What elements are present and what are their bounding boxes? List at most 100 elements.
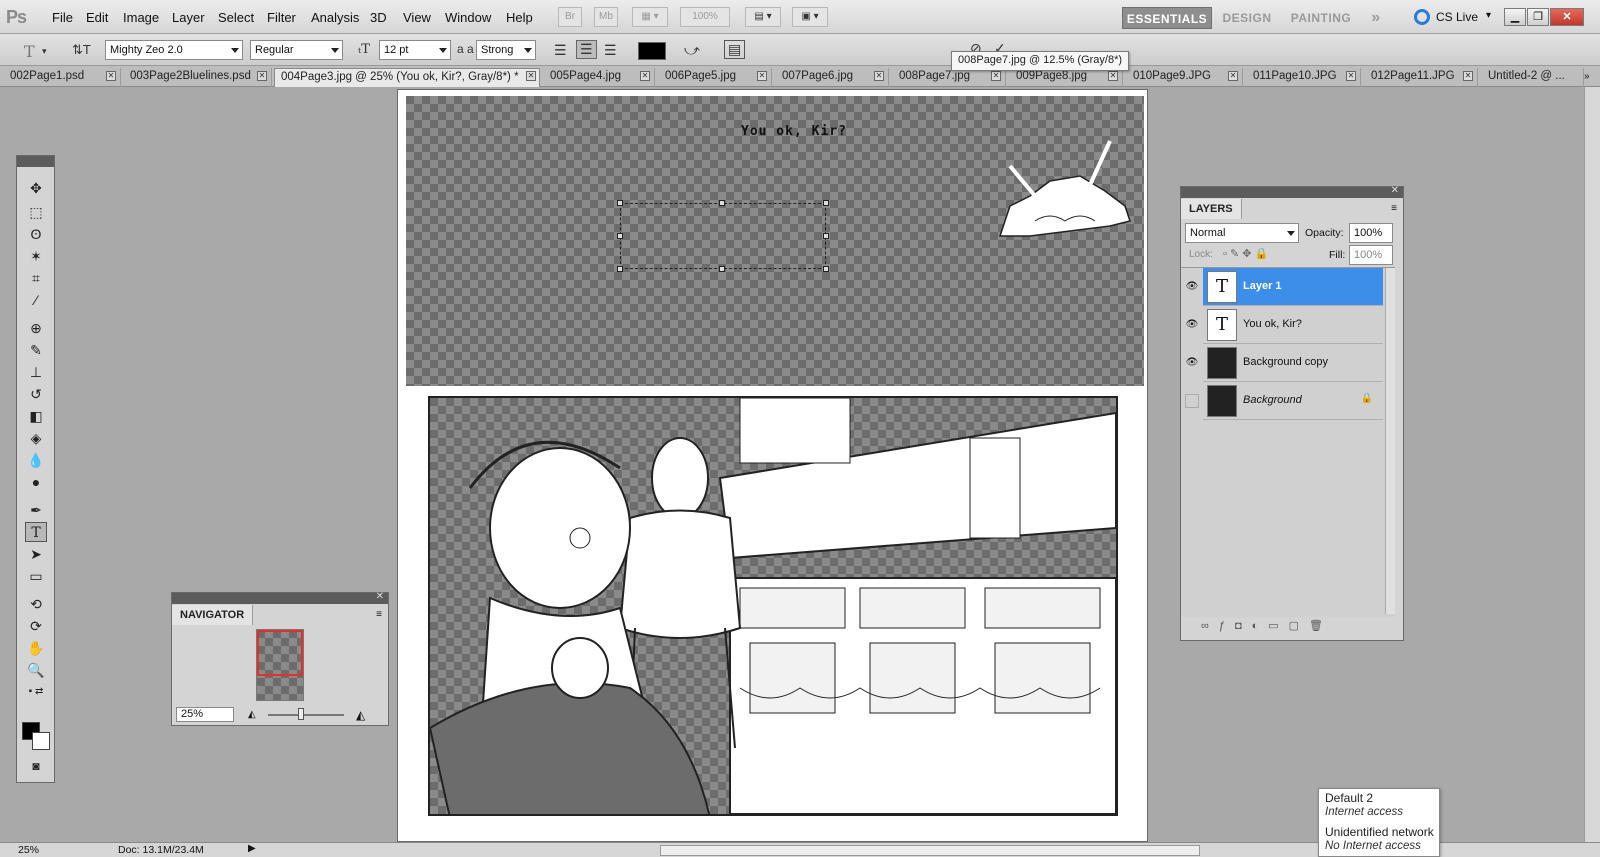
navigator-tab[interactable]: NAVIGATOR: [172, 605, 254, 625]
tab-011page10[interactable]: 011Page10.JPG: [1247, 68, 1361, 87]
menu-analysis[interactable]: Analysis: [311, 10, 359, 25]
tools-panel-header[interactable]: [17, 156, 54, 167]
panel-menu-icon[interactable]: ≡: [1391, 203, 1397, 214]
visibility-eye-icon[interactable]: 👁: [1185, 356, 1199, 370]
menu-3d[interactable]: 3D: [370, 10, 387, 25]
pen-tool-icon[interactable]: ✒: [25, 500, 47, 520]
navigator-zoom-field[interactable]: 25%: [176, 707, 234, 722]
quick-mask-icon[interactable]: ◙: [25, 756, 47, 776]
marquee-tool-icon[interactable]: ⬚: [25, 202, 47, 222]
layers-scrollbar[interactable]: [1385, 268, 1395, 614]
more-workspaces-icon[interactable]: »: [1364, 7, 1388, 29]
antialias-select[interactable]: Strong: [476, 40, 536, 60]
font-family-select[interactable]: Mighty Zeo 2.0: [105, 40, 243, 60]
restore-button[interactable]: ❐: [1527, 8, 1549, 26]
close-tab-icon[interactable]: ✕: [1228, 71, 1238, 81]
navigator-zoom-slider[interactable]: [268, 714, 344, 716]
text-color-swatch[interactable]: [638, 42, 666, 60]
tab-untitled-2[interactable]: Untitled-2 @ ...: [1482, 68, 1584, 87]
align-center-icon[interactable]: ☰: [576, 40, 597, 59]
lasso-tool-icon[interactable]: ʘ: [25, 224, 47, 244]
tab-overflow-icon[interactable]: »: [1584, 71, 1590, 82]
layer-row-background-copy[interactable]: Background copy: [1203, 344, 1383, 382]
close-tab-icon[interactable]: ✕: [1108, 71, 1118, 81]
move-tool-icon[interactable]: ✥: [25, 178, 47, 198]
transform-handle[interactable]: [823, 200, 829, 206]
canvas-vertical-scrollbar[interactable]: [1584, 87, 1600, 842]
transform-handle[interactable]: [823, 233, 829, 239]
fill-field[interactable]: 100%: [1349, 245, 1393, 265]
transform-handle[interactable]: [617, 266, 623, 272]
close-tab-icon[interactable]: ✕: [1463, 71, 1473, 81]
cs-live-chevron-icon[interactable]: ▾: [1486, 10, 1491, 21]
view-extras-button[interactable]: ▦ ▾: [632, 7, 668, 27]
healing-brush-tool-icon[interactable]: ⊕: [25, 318, 47, 338]
cs-live-menu[interactable]: CS Live: [1436, 10, 1478, 24]
menu-image[interactable]: Image: [123, 10, 159, 25]
tab-012page11[interactable]: 012Page11.JPG: [1365, 68, 1478, 87]
status-menu-arrow-icon[interactable]: ▶: [248, 843, 256, 854]
menu-select[interactable]: Select: [218, 10, 254, 25]
minimize-button[interactable]: ▁: [1504, 8, 1526, 26]
layer-row-layer-1[interactable]: T Layer 1: [1203, 268, 1383, 306]
zoom-out-icon[interactable]: ◭: [248, 709, 256, 720]
lock-icons[interactable]: ▫ ✎ ✥ 🔒: [1223, 247, 1268, 260]
tab-007page6[interactable]: 007Page6.jpg: [776, 68, 889, 87]
menu-filter[interactable]: Filter: [267, 10, 296, 25]
transform-handle[interactable]: [823, 266, 829, 272]
dodge-tool-icon[interactable]: ●: [25, 472, 47, 492]
3d-orbit-tool-icon[interactable]: ⟳: [25, 616, 47, 636]
hand-tool-icon[interactable]: ✋: [25, 638, 47, 658]
transform-handle[interactable]: [719, 200, 725, 206]
close-tab-icon[interactable]: ✕: [1346, 71, 1356, 81]
menu-window[interactable]: Window: [445, 10, 491, 25]
visibility-eye-icon[interactable]: 👁: [1185, 318, 1199, 332]
screen-mode-button[interactable]: ▣ ▾: [792, 7, 828, 27]
close-panel-icon[interactable]: ✕: [376, 591, 384, 602]
transform-handle[interactable]: [617, 200, 623, 206]
tab-010page9[interactable]: 010Page9.JPG: [1127, 68, 1243, 87]
tab-003page2[interactable]: 003Page2Bluelines.psd: [124, 68, 272, 87]
navigator-slider-thumb[interactable]: [298, 708, 304, 720]
visibility-toggle-off[interactable]: [1185, 394, 1199, 408]
canvas-horizontal-scrollbar[interactable]: [660, 845, 1200, 856]
text-tool-preset-icon[interactable]: T: [24, 42, 35, 61]
layer-row-you-ok-kir[interactable]: T You ok, Kir?: [1203, 306, 1383, 344]
align-left-icon[interactable]: ☰: [554, 42, 567, 59]
bridge-button[interactable]: Br: [558, 7, 582, 27]
tool-preset-arrow-icon[interactable]: ▾: [42, 46, 47, 57]
clone-stamp-tool-icon[interactable]: ⊥: [25, 362, 47, 382]
visibility-eye-icon[interactable]: 👁: [1185, 280, 1199, 294]
menu-file[interactable]: File: [52, 10, 73, 25]
menu-help[interactable]: Help: [506, 10, 533, 25]
tab-004page3-active[interactable]: 004Page3.jpg @ 25% (You ok, Kir?, Gray/8…: [274, 68, 540, 87]
close-tab-icon[interactable]: ✕: [106, 71, 116, 81]
close-window-button[interactable]: ✕: [1550, 8, 1584, 26]
workspace-essentials[interactable]: ESSENTIALS: [1122, 7, 1212, 29]
zoom-in-icon[interactable]: ◭: [356, 708, 365, 722]
shape-tool-icon[interactable]: ▭: [25, 566, 47, 586]
menu-layer[interactable]: Layer: [172, 10, 205, 25]
character-panel-icon[interactable]: ▤: [724, 40, 746, 59]
3d-rotate-tool-icon[interactable]: ⟲: [25, 594, 47, 614]
magic-wand-tool-icon[interactable]: ✶: [25, 246, 47, 266]
close-tab-icon[interactable]: ✕: [526, 71, 536, 81]
align-right-icon[interactable]: ☰: [604, 42, 617, 59]
transform-handle[interactable]: [719, 266, 725, 272]
navigator-thumbnail[interactable]: [256, 629, 304, 701]
tab-006page5[interactable]: 006Page5.jpg: [659, 68, 772, 87]
zoom-level-dropdown[interactable]: 100%: [680, 7, 730, 27]
font-style-select[interactable]: Regular: [250, 40, 343, 60]
crop-tool-icon[interactable]: ⌗: [25, 268, 47, 288]
text-bounding-box[interactable]: [617, 200, 829, 272]
layers-tab[interactable]: LAYERS: [1181, 199, 1242, 219]
type-tool-icon[interactable]: T: [25, 522, 47, 542]
mini-bridge-button[interactable]: Mb: [594, 7, 618, 27]
background-color-swatch[interactable]: [32, 732, 50, 750]
tab-002page1[interactable]: 002Page1.psd: [4, 68, 121, 87]
navigator-view-box[interactable]: [257, 630, 303, 676]
eraser-tool-icon[interactable]: ◧: [25, 406, 47, 426]
navigator-titlebar[interactable]: ✕: [172, 591, 388, 604]
close-tab-icon[interactable]: ✕: [257, 71, 267, 81]
layers-footer-icons[interactable]: ∞ƒ◘◐▭▢🗑: [1201, 619, 1333, 632]
